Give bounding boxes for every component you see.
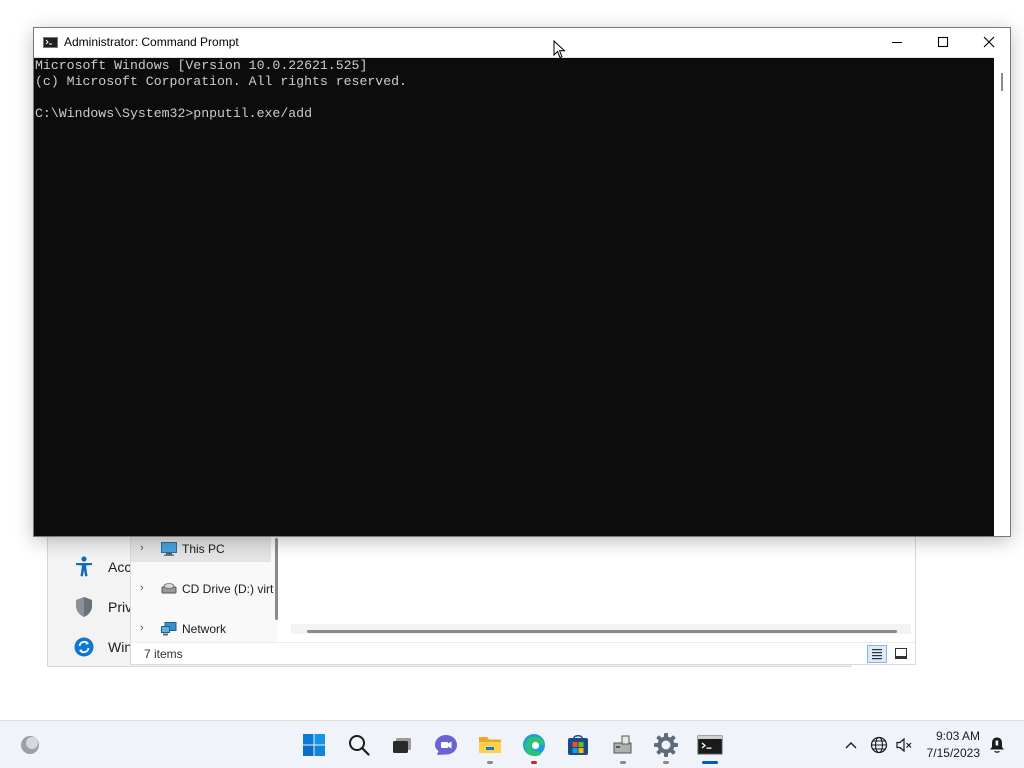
status-bar: 7 items [131,642,915,665]
mouse-cursor-icon [553,40,566,59]
close-icon [983,36,995,48]
content-horizontal-scrollbar[interactable] [307,630,897,633]
navigation-scrollbar[interactable] [275,538,278,620]
accessibility-icon [76,556,92,577]
maximize-button[interactable] [920,28,966,57]
nav-item-label: CD Drive (D:) virt [182,582,274,596]
running-indicator [620,761,626,764]
windows-update-icon [74,637,94,657]
minimize-button[interactable] [874,28,920,57]
microsoft-store-icon [568,735,588,755]
network-status-button[interactable] [868,725,890,765]
folder-icon [479,737,501,753]
notifications-button[interactable] [984,725,1010,765]
settings-nav-label: Acc [108,559,132,575]
console-output[interactable]: Microsoft Windows [Version 10.0.22621.52… [34,57,994,537]
chevron-right-icon[interactable]: › [140,622,144,634]
nav-item-cd-drive[interactable]: › CD Drive (D:) virt [131,576,274,602]
volume-button[interactable] [893,725,915,765]
widgets-button[interactable] [12,725,48,765]
command-prompt-icon [697,735,723,755]
shield-icon [76,597,92,617]
edge-icon [523,734,545,757]
show-hidden-icons-button[interactable] [838,725,864,765]
command-prompt-window: Administrator: Command Prompt Microsoft … [33,27,1011,537]
chevron-right-icon[interactable]: › [140,582,144,594]
running-indicator [663,761,669,764]
task-view-icon [393,738,411,753]
navigation-pane: › This PC › CD Drive (D:) virt › Network [131,534,278,642]
command-prompt-icon [43,37,58,48]
file-explorer-taskbar-button[interactable] [470,725,510,765]
settings-nav-label: Priv [108,599,133,615]
details-view-button[interactable] [867,645,887,663]
settings-nav-label: Win [108,639,133,655]
device-setup-button[interactable] [603,725,643,765]
running-indicator [487,761,493,764]
windows-logo-icon [303,734,325,756]
items-count: 7 items [144,647,183,661]
settings-nav-windows-update[interactable]: Win [74,635,132,659]
chat-button[interactable] [426,725,466,765]
console-line: (c) Microsoft Corporation. All rights re… [35,74,407,89]
settings-nav-privacy[interactable]: Priv [74,595,132,619]
details-view-icon [872,649,882,660]
device-setup-icon [613,735,632,754]
large-icons-view-button[interactable] [891,645,911,663]
attention-indicator [531,761,537,764]
teams-chat-icon [435,735,457,755]
settings-taskbar-button[interactable] [646,725,686,765]
weather-icon [21,736,39,754]
taskbar: 9:03 AM 7/15/2023 [0,720,1024,768]
edge-taskbar-button[interactable] [514,725,554,765]
task-view-button[interactable] [382,725,422,765]
search-icon [349,735,370,756]
close-button[interactable] [966,28,1012,57]
minimize-icon [892,42,902,43]
maximize-icon [937,36,949,48]
chevron-right-icon[interactable]: › [140,542,144,554]
chevron-up-icon [845,742,857,749]
active-window-indicator [702,761,718,764]
clock-time: 9:03 AM [935,729,980,743]
nav-item-label: Network [182,622,227,636]
network-icon [161,622,177,636]
notification-bell-icon [990,737,1004,753]
window-title: Administrator: Command Prompt [64,35,239,49]
settings-nav-accessibility[interactable]: Acc [74,555,131,579]
pc-icon [161,542,177,556]
search-button[interactable] [339,725,379,765]
microsoft-store-button[interactable] [558,725,598,765]
file-explorer-window: › This PC › CD Drive (D:) virt › Network… [130,533,916,665]
scrollbar-thumb[interactable] [1001,73,1003,91]
clock-date: 7/15/2023 [926,746,980,760]
settings-gear-icon [654,733,678,757]
console-scrollbar[interactable] [994,57,1010,536]
title-bar[interactable]: Administrator: Command Prompt [34,28,1010,58]
globe-icon [870,736,888,754]
start-button[interactable] [294,725,334,765]
large-icons-view-icon [895,648,907,659]
nav-item-label: This PC [182,542,225,556]
console-line: Microsoft Windows [Version 10.0.22621.52… [35,58,368,73]
nav-item-network[interactable]: › Network [131,616,271,642]
command-prompt-taskbar-button[interactable] [690,725,730,765]
nav-item-this-pc[interactable]: › This PC [131,536,271,562]
console-prompt-line: C:\Windows\System32>pnputil.exe/add [35,106,312,121]
volume-muted-icon [896,737,912,753]
cd-drive-icon [161,583,177,594]
